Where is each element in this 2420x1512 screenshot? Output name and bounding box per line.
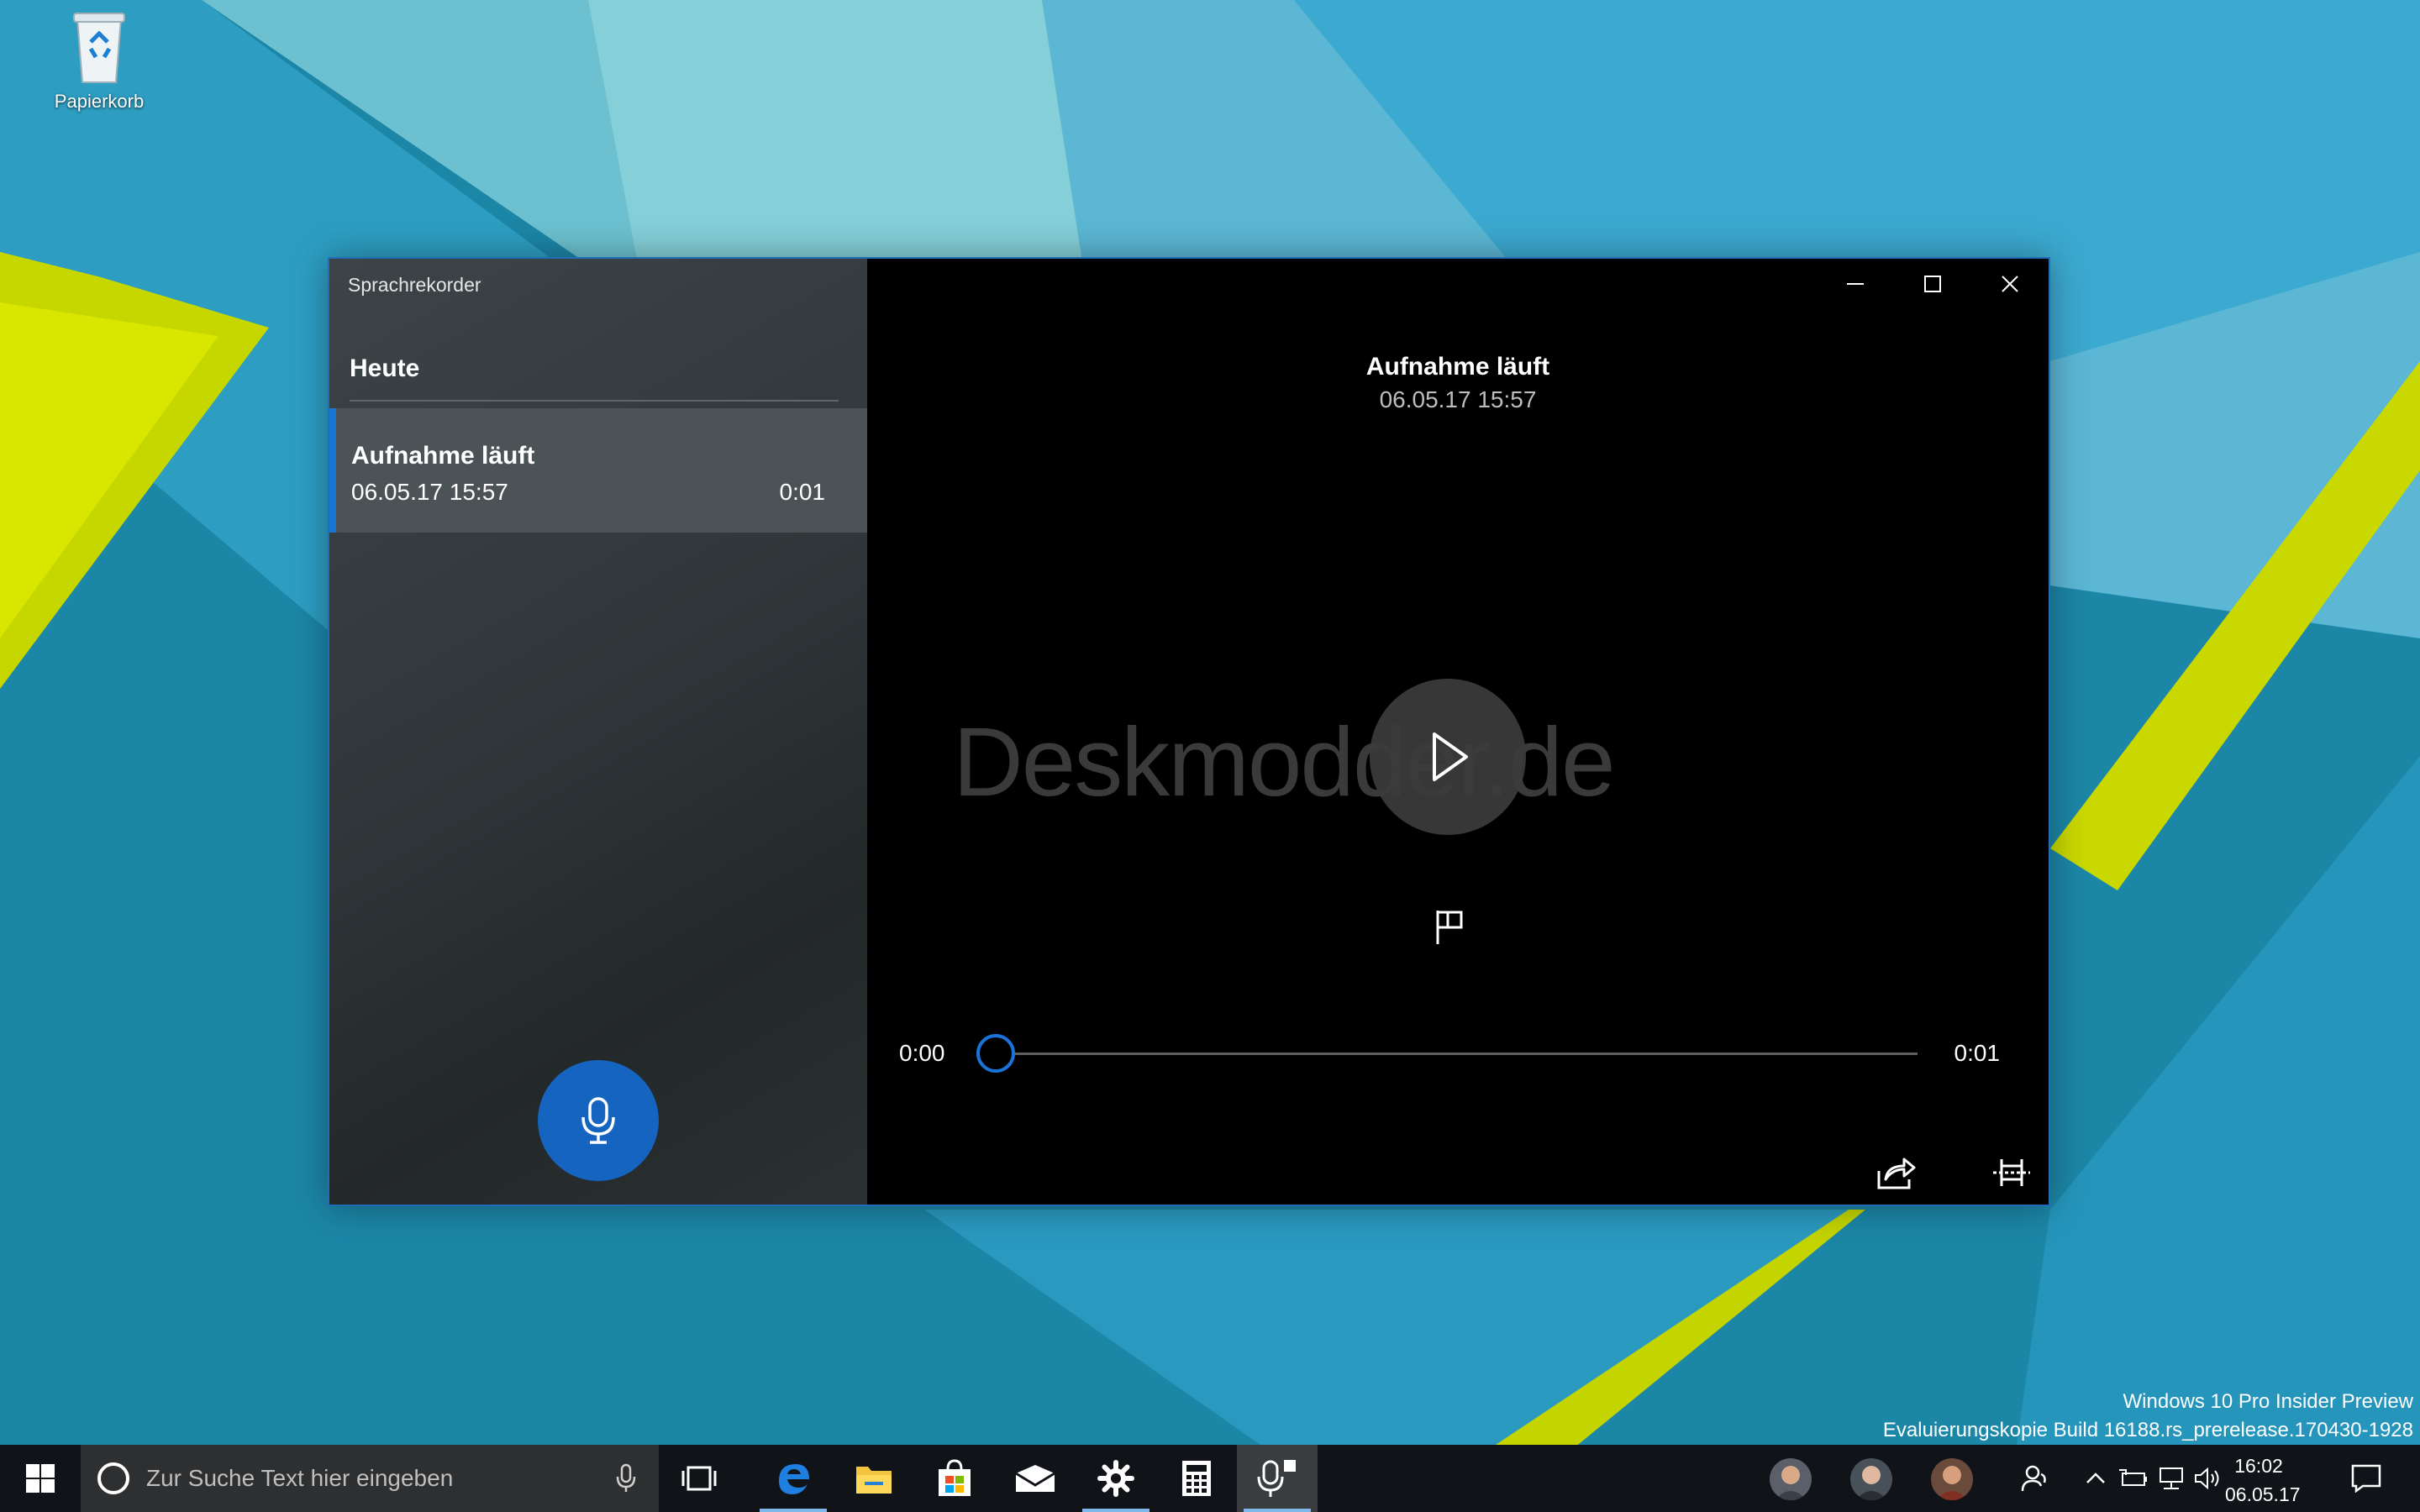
add-marker-button[interactable]	[1420, 897, 1479, 956]
detail-title: Aufnahme läuft	[1365, 353, 1550, 381]
people-icon	[2021, 1465, 2046, 1492]
action-center-button[interactable]	[2336, 1445, 2396, 1512]
taskbar-clock[interactable]: 16:02 06.05.17	[2225, 1452, 2301, 1509]
speaker-icon	[2195, 1467, 2219, 1490]
task-view-button[interactable]	[669, 1445, 729, 1512]
trim-button[interactable]	[1978, 1139, 2045, 1205]
store-icon	[939, 1459, 971, 1496]
windows-build-watermark: Windows 10 Pro Insider Preview Evaluieru…	[1883, 1388, 2413, 1445]
build-watermark-line2: Evaluierungskopie Build 16188.rs_prerele…	[1882, 1419, 2413, 1441]
mail-icon	[1015, 1465, 1055, 1492]
battery-tray-button[interactable]	[2114, 1445, 2151, 1512]
share-button[interactable]	[1862, 1139, 1929, 1205]
group-divider	[350, 400, 839, 402]
taskbar-store[interactable]	[914, 1445, 995, 1512]
taskbar-settings[interactable]	[1076, 1445, 1156, 1512]
microphone-icon	[581, 1097, 615, 1144]
people-avatar-2[interactable]	[1850, 1458, 1892, 1500]
build-watermark-line1: Windows 10 Pro Insider Preview	[2123, 1390, 2413, 1413]
taskbar: Zur Suche Text hier eingeben 16:02 06.05…	[0, 1445, 2420, 1512]
notification-icon	[2351, 1464, 2381, 1493]
cortana-icon	[97, 1462, 129, 1494]
maximize-icon	[1924, 276, 1941, 292]
network-icon	[2160, 1467, 2183, 1489]
voice-recorder-window: Sprachrekorder Heute Aufnahme läuft 06.0…	[328, 257, 2050, 1206]
voice-recorder-running-indicator	[1244, 1509, 1311, 1512]
network-tray-button[interactable]	[2153, 1445, 2190, 1512]
settings-running-indicator	[1082, 1509, 1150, 1512]
battery-icon	[2119, 1469, 2147, 1486]
clock-date: 06.05.17	[2225, 1483, 2301, 1505]
group-heading: Heute	[350, 354, 420, 382]
recording-detail-pane: Aufnahme läuft 06.05.17 15:57 Deskmodder…	[867, 259, 2049, 1205]
edge-running-indicator	[760, 1509, 827, 1512]
chevron-up-icon	[2086, 1473, 2105, 1483]
recycle-bin-icon	[73, 13, 125, 83]
clock-time: 16:02	[2234, 1455, 2283, 1477]
trim-icon	[1993, 1159, 2030, 1186]
taskbar-calculator[interactable]	[1156, 1445, 1237, 1512]
show-hidden-icons-button[interactable]	[2079, 1445, 2112, 1512]
people-avatar-3[interactable]	[1931, 1458, 1973, 1500]
windows-icon	[26, 1464, 55, 1493]
seek-thumb[interactable]	[976, 1034, 1015, 1073]
recycle-bin-desktop-icon[interactable]: Papierkorb	[40, 8, 158, 113]
app-title: Sprachrekorder	[348, 274, 481, 296]
maximize-button[interactable]	[1894, 259, 1971, 309]
play-icon	[1433, 732, 1468, 781]
file-explorer-icon	[856, 1467, 892, 1494]
people-avatar-1[interactable]	[1770, 1458, 1812, 1500]
close-icon	[2002, 276, 2018, 292]
recycle-bin-label: Papierkorb	[54, 91, 145, 112]
recordings-pane: Sprachrekorder Heute Aufnahme läuft 06.0…	[329, 259, 867, 1205]
seek-bar[interactable]	[976, 1034, 1918, 1073]
calculator-icon	[1182, 1461, 1211, 1496]
volume-tray-button[interactable]	[2190, 1445, 2227, 1512]
taskbar-voice-recorder[interactable]	[1237, 1445, 1318, 1512]
minimize-icon	[1847, 283, 1864, 285]
task-view-icon	[681, 1466, 717, 1491]
minimize-button[interactable]	[1817, 259, 1894, 309]
play-button[interactable]	[1370, 679, 1526, 835]
person-avatar-icon	[1770, 1458, 1812, 1500]
current-time: 0:00	[899, 1040, 945, 1066]
people-button[interactable]	[2012, 1445, 2059, 1512]
recording-list-item[interactable]: Aufnahme läuft 06.05.17 15:57 0:01	[329, 408, 867, 533]
recording-item-date: 06.05.17 15:57	[351, 479, 508, 505]
recording-item-title: Aufnahme läuft	[351, 442, 535, 470]
person-avatar-icon	[1850, 1458, 1892, 1500]
taskbar-mail[interactable]	[995, 1445, 1076, 1512]
taskbar-search-box[interactable]: Zur Suche Text hier eingeben	[81, 1445, 659, 1512]
taskbar-file-explorer[interactable]	[834, 1445, 914, 1512]
total-time: 0:01	[1954, 1040, 2001, 1066]
recording-item-duration: 0:01	[779, 479, 826, 505]
search-placeholder: Zur Suche Text hier eingeben	[146, 1465, 454, 1491]
edge-icon	[779, 1464, 809, 1494]
voice-recorder-icon	[1257, 1460, 1296, 1497]
record-button[interactable]	[538, 1060, 659, 1181]
start-button[interactable]	[0, 1445, 81, 1512]
settings-icon	[1097, 1460, 1134, 1497]
taskbar-edge[interactable]	[753, 1445, 834, 1512]
close-button[interactable]	[1971, 259, 2049, 309]
detail-date: 06.05.17 15:57	[1379, 386, 1537, 412]
person-avatar-icon	[1931, 1458, 1973, 1500]
microphone-icon[interactable]	[615, 1463, 637, 1494]
flag-icon	[1436, 911, 1463, 944]
share-icon	[1877, 1158, 1916, 1189]
